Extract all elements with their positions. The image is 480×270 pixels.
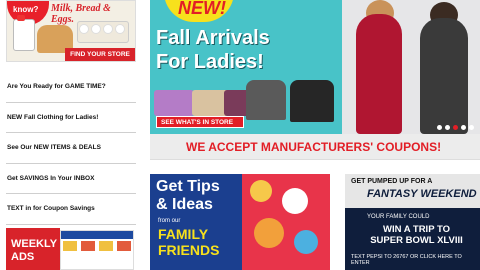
tips-headline: Get Tips & Ideas [156,178,220,214]
new-burst: NEW! [164,0,234,22]
fantasy-enter-instructions[interactable]: TEXT PEPSI TO 26767 OR CLICK HERE TO ENT… [351,254,480,266]
coupons-text: WE ACCEPT MANUFACTURERS' COUPONS! [186,140,442,154]
fantasy-line3: YOUR FAMILY COULD [367,214,430,220]
fantasy-line1: GET PUMPED UP FOR A [351,178,433,185]
carousel-dot-active[interactable] [453,125,458,130]
fantasy-line4: WIN A TRIP TO [382,224,451,235]
milk-jug-image [13,15,35,51]
striped-shirt-image [246,80,286,120]
find-your-store-button[interactable]: FIND YOUR STORE [65,48,135,61]
weekly-ad-circular-image [60,230,134,270]
eggs-carton-image [77,21,129,43]
dark-shirt-image [290,80,334,122]
weekly-ads-banner[interactable]: WEEKLY ADS [6,228,136,270]
milk-bread-eggs-promo[interactable]: know? Milk, Bread & Eggs. FIND YOUR STOR… [6,0,136,62]
weekly-ads-label: WEEKLY ADS [6,228,60,270]
tips-line3: FAMILY [158,226,209,242]
party-food-image [242,174,330,270]
carousel-dots[interactable] [437,125,474,130]
family-friends-text: FAMILY FRIENDS [158,226,219,258]
burst-text: NEW! [178,0,226,18]
nav-item-savings-inbox[interactable]: Get SAVINGS In Your INBOX [6,164,136,194]
fantasy-prize: WIN A TRIP TO SUPER BOWL XLVIII [359,224,474,246]
left-column: know? Milk, Bread & Eggs. FIND YOUR STOR… [0,0,138,270]
carousel-dot[interactable] [469,125,474,130]
see-whats-in-store-button[interactable]: SEE WHAT'S IN STORE [156,116,244,128]
fantasy-weekend-banner[interactable]: GET PUMPED UP FOR A FANTASY WEEKEND YOUR… [345,174,480,270]
hero-title-line1: Fall Arrivals [156,27,270,49]
carousel-dot[interactable] [445,125,450,130]
fantasy-line5: SUPER BOWL XLVIII [370,235,463,246]
left-nav: Are You Ready for GAME TIME? NEW Fall Cl… [6,72,136,225]
nav-item-text-coupons[interactable]: TEXT in for Coupon Savings [6,194,136,225]
tips-line4: FRIENDS [158,242,220,258]
model-1-red-top [356,14,402,134]
fantasy-line2: FANTASY WEEKEND [367,188,477,200]
hero-carousel[interactable]: NEW! Fall Arrivals For Ladies! SEE WHAT'… [150,0,480,134]
tips-from: from our [158,218,181,224]
tips-line1: Get Tips [156,178,220,195]
weekly-label-line2: ADS [11,251,35,263]
tips-line2: & Ideas [156,196,213,213]
carousel-dot[interactable] [461,125,466,130]
hero-title: Fall Arrivals For Ladies! [156,26,270,74]
tips-ideas-banner[interactable]: Get Tips & Ideas from our FAMILY FRIENDS [150,174,330,270]
model-2-print-top [420,18,468,134]
nav-item-new-items[interactable]: See Our NEW ITEMS & DEALS [6,133,136,164]
nav-item-fall-clothing[interactable]: NEW Fall Clothing for Ladies! [6,103,136,133]
hero-title-line2: For Ladies! [156,51,264,73]
coupons-banner: WE ACCEPT MANUFACTURERS' COUPONS! [150,134,480,160]
carousel-dot[interactable] [437,125,442,130]
badge-text: know? [13,5,39,14]
nav-item-game-time[interactable]: Are You Ready for GAME TIME? [6,72,136,103]
weekly-label-line1: WEEKLY [11,238,58,250]
